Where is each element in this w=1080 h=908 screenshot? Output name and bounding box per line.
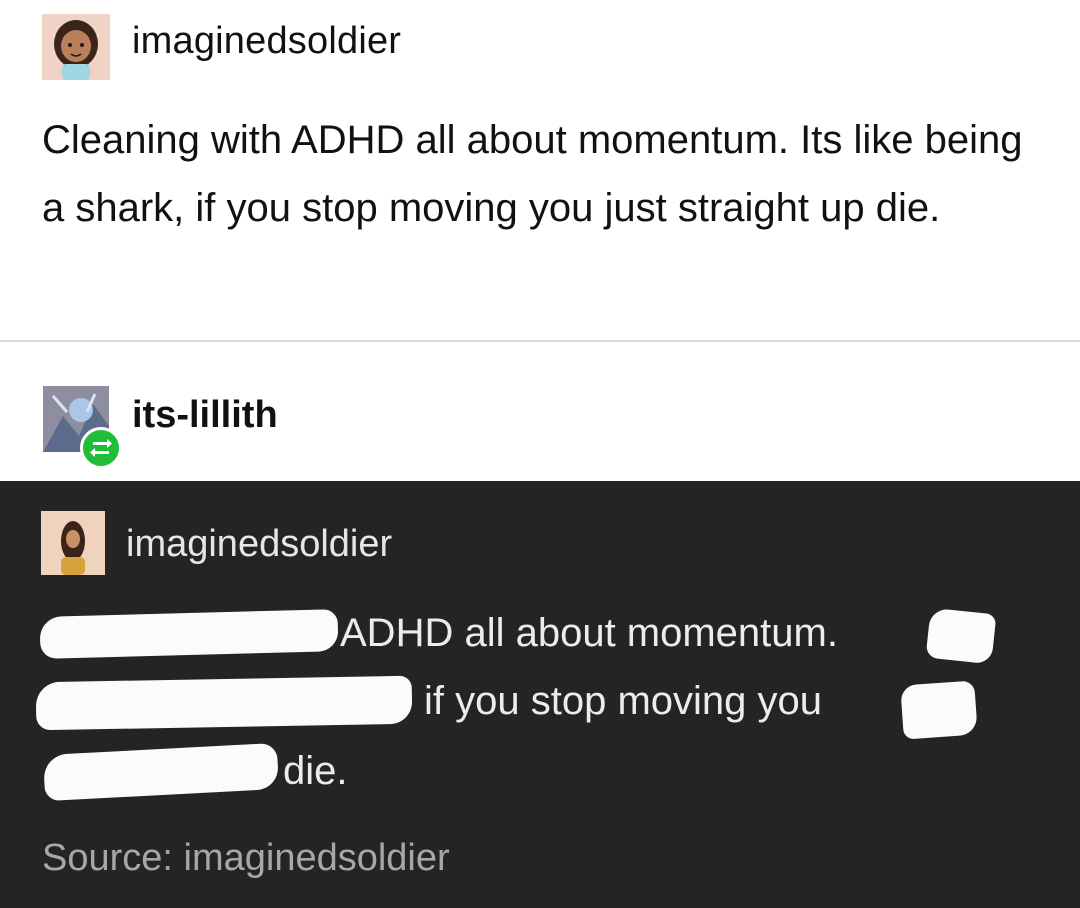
original-post: imaginedsoldier Cleaning with ADHD all a… xyxy=(0,0,1080,340)
avatar-illustration xyxy=(41,511,105,575)
redaction-scribble xyxy=(35,675,413,731)
source-attribution: Source: imaginedsoldier xyxy=(42,837,450,879)
redaction-scribble xyxy=(39,609,339,659)
reblogger-username[interactable]: its-lillith xyxy=(132,394,278,437)
redaction-scribble xyxy=(925,607,997,665)
embedded-screenshot: imaginedsoldier ADHD all about momentum.… xyxy=(0,481,1080,908)
avatar xyxy=(41,511,105,575)
reblog-header: its-lillith xyxy=(0,342,1080,481)
redaction-scribble xyxy=(42,742,280,802)
post-body: Cleaning with ADHD all about momentum. I… xyxy=(42,118,1023,230)
embedded-line: ADHD all about momentum. xyxy=(340,611,838,655)
reblog-arrows-icon xyxy=(80,427,122,469)
embedded-line: die. xyxy=(283,749,348,793)
embedded-username: imaginedsoldier xyxy=(126,523,393,565)
avatar[interactable] xyxy=(42,14,110,80)
avatar-illustration xyxy=(42,14,110,80)
post-username[interactable]: imaginedsoldier xyxy=(132,20,401,63)
embedded-line: if you stop moving you xyxy=(424,679,822,723)
redaction-scribble xyxy=(900,680,978,740)
